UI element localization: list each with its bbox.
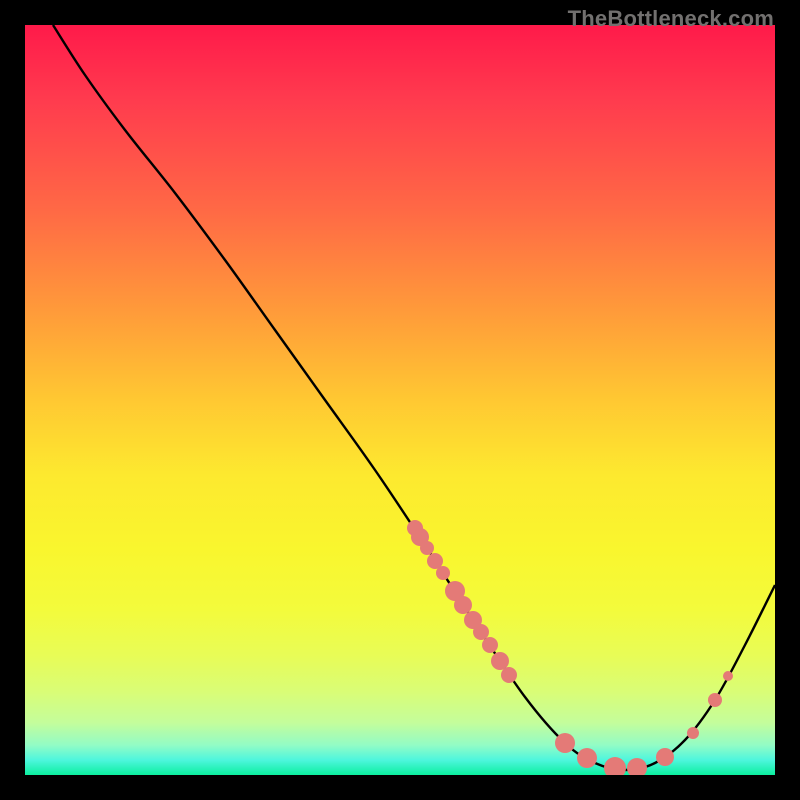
data-point [604, 757, 626, 775]
chart-container: TheBottleneck.com [0, 0, 800, 800]
data-point [708, 693, 722, 707]
chart-svg [25, 25, 775, 775]
data-point [436, 566, 450, 580]
bottleneck-curve [53, 25, 775, 770]
watermark-text: TheBottleneck.com [568, 6, 774, 32]
data-point [473, 624, 489, 640]
data-point [501, 667, 517, 683]
data-point [482, 637, 498, 653]
data-point [627, 758, 647, 775]
data-point [687, 727, 699, 739]
data-point [577, 748, 597, 768]
data-point [420, 541, 434, 555]
data-point [723, 671, 733, 681]
data-point [555, 733, 575, 753]
data-point [656, 748, 674, 766]
plot-area [25, 25, 775, 775]
scatter-points [407, 520, 733, 775]
data-point [454, 596, 472, 614]
data-point [491, 652, 509, 670]
